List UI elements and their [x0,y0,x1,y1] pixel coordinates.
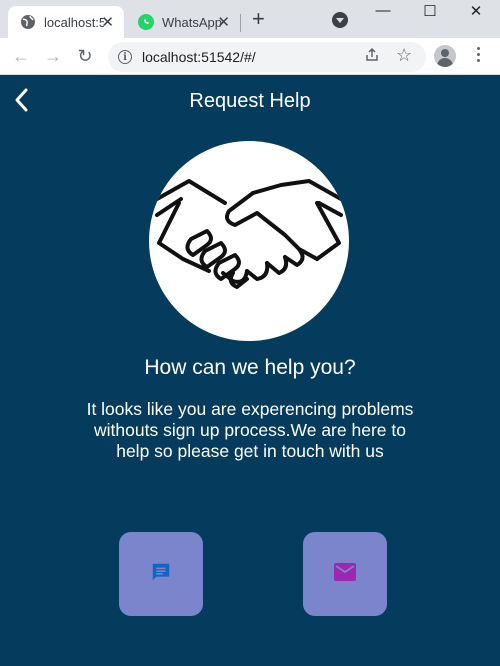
new-tab-icon[interactable]: + [252,8,265,30]
star-icon[interactable]: ☆ [396,45,412,66]
url-text: localhost:51542/#/ [142,49,256,65]
mail-icon [334,562,356,586]
globe-icon [20,14,36,30]
email-button[interactable] [303,532,387,616]
menu-kebab-icon[interactable] [472,47,484,62]
close-window-icon[interactable]: ✕ [456,2,496,20]
chat-button[interactable] [119,532,203,616]
browser-toolbar: ← → ↻ i localhost:51542/#/ ☆ [0,38,500,75]
browser-tab-whatsapp[interactable]: WhatsApp ✕ [128,6,240,38]
info-icon[interactable]: i [118,50,132,64]
profile-avatar-icon[interactable] [434,45,456,67]
handshake-illustration [149,141,349,341]
page-title: Request Help [189,90,311,112]
browser-tab-localhost[interactable]: localhost:51542 ✕ [8,6,124,38]
back-arrow-icon[interactable]: ← [9,45,33,67]
tab-separator [240,14,241,32]
whatsapp-icon [138,14,154,30]
app-bar: Request Help [0,76,500,124]
help-description: It looks like you are experencing proble… [86,399,414,461]
reload-icon[interactable]: ↻ [73,45,97,67]
share-icon[interactable] [364,47,380,68]
forward-arrow-icon[interactable]: → [41,45,65,67]
close-tab-icon[interactable]: ✕ [101,13,114,31]
tab-search-icon[interactable] [332,12,348,28]
address-bar[interactable]: i localhost:51542/#/ ☆ [108,42,426,72]
tab-title: localhost:51542 [44,14,104,30]
maximize-icon[interactable]: ☐ [410,2,450,20]
minimize-icon[interactable]: — [363,2,403,19]
close-tab-icon[interactable]: ✕ [217,13,230,31]
tab-title: WhatsApp [162,14,222,30]
browser-tab-strip: localhost:51542 ✕ WhatsApp ✕ + — ☐ ✕ [0,0,500,38]
handshake-icon [155,179,343,289]
chat-icon [150,561,172,588]
help-heading: How can we help you? [144,356,356,379]
